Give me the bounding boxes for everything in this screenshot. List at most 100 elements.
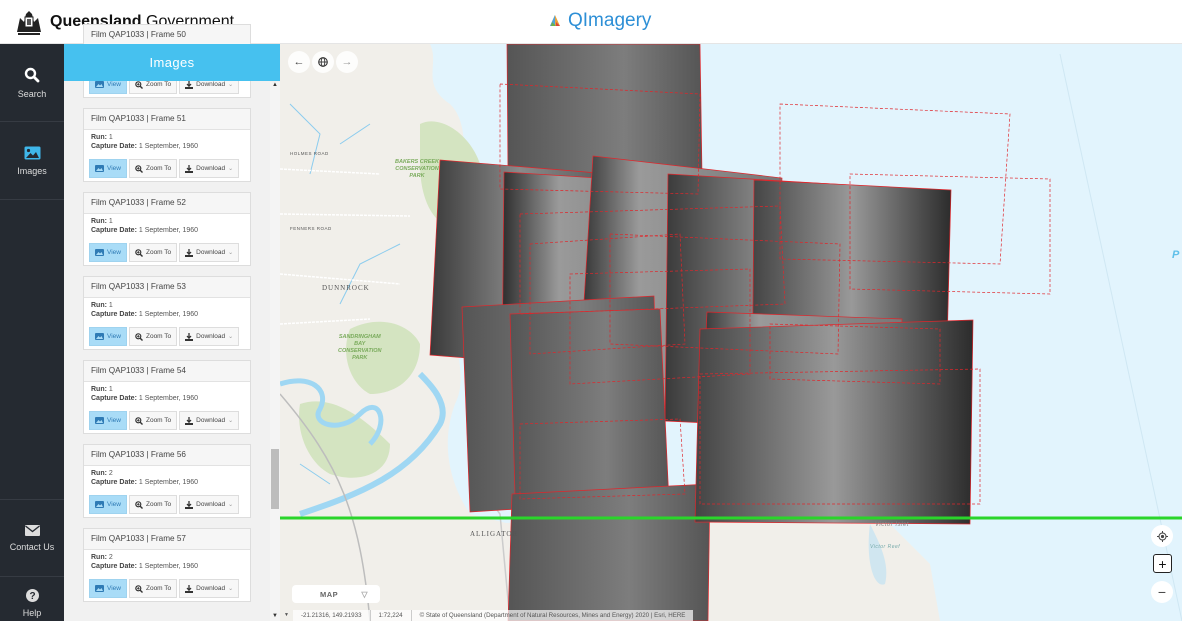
basemap-select-value: MAP: [320, 589, 339, 599]
map-attribution: © State of Queensland (Department of Nat…: [411, 610, 694, 621]
map-label-holmes-road: HOLMES ROAD: [290, 151, 329, 156]
download-button[interactable]: Download ⌄: [179, 327, 240, 346]
zoom-to-button[interactable]: Zoom To: [128, 495, 178, 514]
map-label-victor-islet: Victor Islet: [875, 522, 909, 528]
image-icon: [95, 81, 104, 88]
chevron-down-icon: ⌄: [228, 82, 234, 88]
forward-extent-button[interactable]: →: [336, 51, 358, 73]
view-button[interactable]: View: [89, 159, 127, 178]
globe-icon: [318, 57, 328, 67]
zoom-in-icon: [135, 500, 143, 509]
scroll-up-arrow-icon[interactable]: ▲: [272, 82, 278, 88]
images-panel: Images Film QAP1033 | Frame 50 Run: 1 Ca…: [64, 24, 280, 621]
run-label: Run:: [91, 218, 107, 225]
zoom-to-button[interactable]: Zoom To: [128, 243, 178, 262]
view-button[interactable]: View: [89, 327, 127, 346]
capture-date-label: Capture Date:: [91, 227, 137, 234]
zoom-out-button[interactable]: −: [1151, 581, 1173, 603]
scroll-down-arrow-icon[interactable]: ▼: [272, 613, 278, 619]
full-extent-button[interactable]: [312, 51, 334, 73]
map-label-fenners-road: FENNERS ROAD: [290, 226, 332, 231]
run-value: 1: [108, 386, 113, 393]
envelope-icon: [24, 524, 40, 536]
aerial-frame: [507, 483, 711, 621]
download-icon: [185, 164, 194, 173]
chevron-down-icon: ⌄: [228, 334, 234, 340]
nav-help[interactable]: ? Help: [0, 577, 64, 621]
chevron-down-icon: ▽: [361, 589, 368, 599]
app-title[interactable]: QImagery: [548, 10, 651, 32]
run-value: 2: [108, 554, 113, 561]
minus-icon: −: [1157, 584, 1167, 600]
run-label: Run:: [91, 554, 107, 561]
image-icon: [95, 333, 104, 340]
panel-scrollbar[interactable]: ▲ ▼: [270, 82, 280, 621]
zoom-in-icon: [135, 416, 143, 425]
capture-date-value: 1 September, 1960: [138, 227, 199, 234]
card-title: Film QAP1033 | Frame 56: [84, 445, 250, 466]
download-button[interactable]: Download ⌄: [179, 411, 240, 430]
nav-help-label: Help: [22, 607, 42, 618]
capture-date-label: Capture Date:: [91, 479, 137, 486]
run-value: 1: [108, 134, 113, 141]
view-button[interactable]: View: [89, 411, 127, 430]
card-title: Film QAP1033 | Frame 51: [84, 109, 250, 130]
aerial-frame: [694, 319, 974, 525]
view-button[interactable]: View: [89, 579, 127, 598]
download-button[interactable]: Download ⌄: [179, 495, 240, 514]
map-label-p: P: [1172, 249, 1180, 261]
image-icon: [95, 585, 104, 592]
run-label: Run:: [91, 302, 107, 309]
run-value: 1: [108, 302, 113, 309]
zoom-to-button[interactable]: Zoom To: [128, 579, 178, 598]
nav-search[interactable]: Search: [0, 44, 64, 122]
back-extent-button[interactable]: ←: [288, 51, 310, 73]
zoom-in-icon: [135, 164, 143, 173]
download-button[interactable]: Download ⌄: [179, 243, 240, 262]
zoom-in-icon: [135, 80, 143, 89]
card-title: Film QAP1033 | Frame 57: [84, 529, 250, 550]
capture-date-label: Capture Date:: [91, 143, 137, 150]
cursor-coordinates: -21.21316, 149.21933: [292, 610, 371, 621]
coat-of-arms-icon: [17, 11, 41, 35]
zoom-in-icon: [135, 584, 143, 593]
card-title: Film QAP1033 | Frame 53: [84, 277, 250, 298]
basemap-select[interactable]: MAP ▽: [292, 585, 380, 603]
download-button[interactable]: Download ⌄: [179, 579, 240, 598]
arrow-left-icon: ←: [293, 56, 305, 68]
download-icon: [185, 248, 194, 257]
run-value: 2: [108, 470, 113, 477]
view-button[interactable]: View: [89, 495, 127, 514]
image-icon: [95, 417, 104, 424]
zoom-in-icon: [135, 332, 143, 341]
capture-date-label: Capture Date:: [91, 563, 137, 570]
map-scale: 1:72,224: [370, 610, 412, 621]
locate-button[interactable]: [1151, 525, 1173, 547]
download-button[interactable]: Download ⌄: [179, 159, 240, 178]
arrow-right-icon: →: [341, 56, 353, 68]
caret-down-icon[interactable]: ▼: [280, 610, 293, 621]
view-button[interactable]: View: [89, 243, 127, 262]
qimagery-logo-icon: [550, 15, 560, 26]
chevron-down-icon: ⌄: [228, 418, 234, 424]
zoom-to-button[interactable]: Zoom To: [128, 411, 178, 430]
panel-title: Images: [64, 44, 280, 81]
run-label: Run:: [91, 470, 107, 477]
map-label-alligator: ALLIGATOR: [470, 530, 519, 538]
nav-images-label: Images: [17, 165, 47, 176]
zoom-to-button[interactable]: Zoom To: [128, 327, 178, 346]
zoom-in-button[interactable]: +: [1153, 554, 1172, 573]
map-label-bakers-creek-park: BAKERS CREEK CONSERVATION PARK: [395, 159, 440, 179]
locate-icon: [1156, 530, 1168, 542]
card-title: Film QAP1033 | Frame 54: [84, 361, 250, 382]
scrollbar-thumb[interactable]: [271, 449, 279, 509]
nav-search-label: Search: [17, 88, 47, 99]
nav-images[interactable]: Images: [0, 122, 64, 200]
image-card: Film QAP1033 | Frame 51 Run: 1 Capture D…: [83, 108, 251, 182]
capture-date-value: 1 September, 1960: [138, 395, 199, 402]
map-view[interactable]: DUNNROCK ALLIGATOR HOLMES ROAD FENNERS R…: [280, 44, 1182, 621]
zoom-to-button[interactable]: Zoom To: [128, 159, 178, 178]
nav-contact-us[interactable]: Contact Us: [0, 499, 64, 577]
run-label: Run:: [91, 134, 107, 141]
aerial-frame: [506, 44, 703, 175]
